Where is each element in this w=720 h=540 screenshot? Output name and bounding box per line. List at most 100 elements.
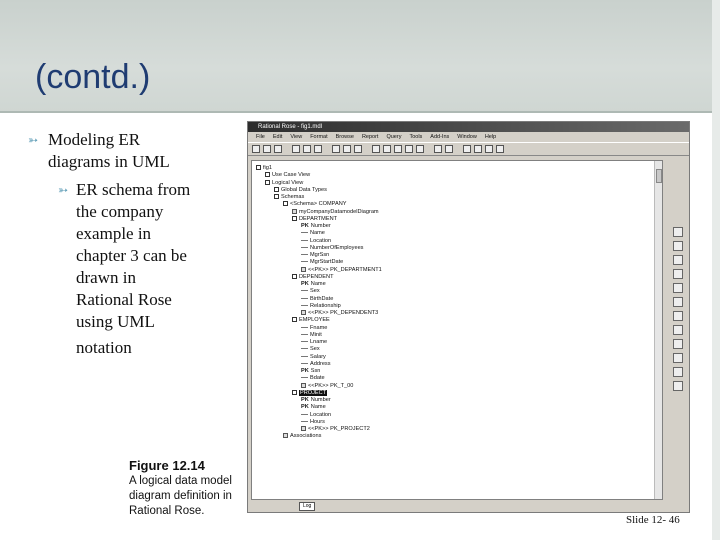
scroll-thumb[interactable] bbox=[656, 169, 662, 183]
new-icon[interactable] bbox=[252, 145, 260, 153]
tree-row[interactable]: <<PK>> PK_PROJECT2 bbox=[256, 426, 382, 433]
menu-query[interactable]: Query bbox=[386, 132, 401, 142]
open-icon[interactable] bbox=[263, 145, 271, 153]
tree-row[interactable]: EMPLOYEE bbox=[256, 317, 382, 324]
undo-fit-icon[interactable] bbox=[496, 145, 504, 153]
menu-browse[interactable]: Browse bbox=[336, 132, 354, 142]
tree-row[interactable]: Name bbox=[256, 230, 382, 237]
tree-item-label: Location bbox=[310, 237, 332, 244]
tree-row[interactable]: myCompanyDatamodelDiagram bbox=[256, 209, 382, 216]
tree-row[interactable]: MgrStartDate bbox=[256, 259, 382, 266]
diagram-icon[interactable] bbox=[405, 145, 413, 153]
tree-row[interactable]: BirthDate bbox=[256, 296, 382, 303]
browse-icon[interactable] bbox=[354, 145, 362, 153]
relation-tool-icon[interactable] bbox=[673, 353, 683, 363]
vertical-scrollbar[interactable] bbox=[654, 161, 662, 499]
fit-icon[interactable] bbox=[485, 145, 493, 153]
menu-tools[interactable]: Tools bbox=[409, 132, 422, 142]
tree-row[interactable]: Address bbox=[256, 361, 382, 368]
tree-row[interactable]: PROJECT bbox=[256, 389, 382, 397]
tree-item-label: Number bbox=[310, 223, 331, 229]
relation-tool-icon[interactable] bbox=[673, 325, 683, 335]
tree-row[interactable]: Lname bbox=[256, 339, 382, 346]
tree-row[interactable]: <<PK>> PK_DEPENDENT3 bbox=[256, 310, 382, 317]
diagram-icon[interactable] bbox=[416, 145, 424, 153]
copy-icon[interactable] bbox=[303, 145, 311, 153]
tree-row[interactable]: <<PK>> PK_T_00 bbox=[256, 383, 382, 390]
tree-row[interactable]: Sex bbox=[256, 288, 382, 295]
tree-row[interactable]: DEPENDENT bbox=[256, 274, 382, 281]
tree-row[interactable]: Logical View bbox=[256, 180, 382, 187]
text-tool-icon[interactable] bbox=[673, 241, 683, 251]
tree-row[interactable]: Bdate bbox=[256, 375, 382, 382]
back-icon[interactable] bbox=[434, 145, 442, 153]
relation-tool-icon[interactable] bbox=[673, 381, 683, 391]
anchor-tool-icon[interactable] bbox=[673, 269, 683, 279]
tree-item-label: Name bbox=[310, 281, 326, 287]
print-icon[interactable] bbox=[332, 145, 340, 153]
tree-row[interactable]: Hours bbox=[256, 419, 382, 426]
tree-row[interactable]: MgrSsn bbox=[256, 252, 382, 259]
help-icon[interactable] bbox=[343, 145, 351, 153]
bullet-sub-line: using UML bbox=[76, 312, 155, 331]
tree-item-label: Salary bbox=[310, 353, 326, 360]
tree-row[interactable]: Sex bbox=[256, 346, 382, 353]
tree-row[interactable]: <Schema> COMPANY bbox=[256, 201, 382, 208]
menu-help[interactable]: Help bbox=[485, 132, 496, 142]
tree-row[interactable]: Schemas bbox=[256, 194, 382, 201]
tree-row[interactable]: NumberOfEmployees bbox=[256, 245, 382, 252]
tree-row[interactable]: fig1 bbox=[256, 165, 382, 172]
expand-icon bbox=[265, 179, 270, 185]
menu-file[interactable]: File bbox=[256, 132, 265, 142]
menu-view[interactable]: View bbox=[290, 132, 302, 142]
bullet-sub-line: Rational Rose bbox=[76, 290, 172, 309]
tree-item-label: PROJECT bbox=[299, 389, 328, 396]
column-icon bbox=[301, 326, 308, 328]
toolbar bbox=[248, 142, 689, 156]
tree-row[interactable]: Fname bbox=[256, 325, 382, 332]
tree-item-label: Number bbox=[310, 397, 331, 403]
relation-tool-icon[interactable] bbox=[673, 367, 683, 377]
menu-window[interactable]: Window bbox=[457, 132, 477, 142]
forward-icon[interactable] bbox=[445, 145, 453, 153]
diagram-icon[interactable] bbox=[372, 145, 380, 153]
tree-row[interactable]: DEPARTMENT bbox=[256, 216, 382, 223]
tree-row[interactable]: Location bbox=[256, 412, 382, 419]
tree-row[interactable]: PK Name bbox=[256, 281, 382, 288]
diagram-icon[interactable] bbox=[394, 145, 402, 153]
tree-row[interactable]: Location bbox=[256, 238, 382, 245]
tree-row[interactable]: <<PK>> PK_DEPARTMENT1 bbox=[256, 267, 382, 274]
menu-add-ins[interactable]: Add-Ins bbox=[430, 132, 449, 142]
tree-row[interactable]: Relationship bbox=[256, 303, 382, 310]
select-tool-icon[interactable] bbox=[673, 227, 683, 237]
window-title: Rational Rose - fig1.mdl bbox=[248, 122, 689, 132]
tree-row[interactable]: Use Case View bbox=[256, 172, 382, 179]
paste-icon[interactable] bbox=[314, 145, 322, 153]
table-tool-icon[interactable] bbox=[673, 283, 683, 293]
tree-row[interactable]: PK Name bbox=[256, 404, 382, 411]
tree-row[interactable]: PK Ssn bbox=[256, 368, 382, 375]
zoom-in-icon[interactable] bbox=[463, 145, 471, 153]
tree-item-label: Location bbox=[310, 411, 332, 418]
note-tool-icon[interactable] bbox=[673, 255, 683, 265]
relation-tool-icon[interactable] bbox=[673, 311, 683, 321]
diagram-toolbox bbox=[667, 227, 689, 497]
relation-tool-icon[interactable] bbox=[673, 339, 683, 349]
tree-row[interactable]: Salary bbox=[256, 354, 382, 361]
diagram-icon[interactable] bbox=[383, 145, 391, 153]
tree-row[interactable]: Minit bbox=[256, 332, 382, 339]
menu-report[interactable]: Report bbox=[362, 132, 379, 142]
tree-row[interactable]: PK Number bbox=[256, 397, 382, 404]
relation-tool-icon[interactable] bbox=[673, 297, 683, 307]
zoom-out-icon[interactable] bbox=[474, 145, 482, 153]
element-icon bbox=[301, 310, 306, 316]
tree-row[interactable]: Associations bbox=[256, 433, 382, 440]
tree-row[interactable]: PK Number bbox=[256, 223, 382, 230]
tab-log[interactable]: Log bbox=[299, 502, 316, 511]
cut-icon[interactable] bbox=[292, 145, 300, 153]
column-icon bbox=[301, 297, 308, 299]
menu-edit[interactable]: Edit bbox=[273, 132, 282, 142]
tree-row[interactable]: Global Data Types bbox=[256, 187, 382, 194]
save-icon[interactable] bbox=[274, 145, 282, 153]
menu-format[interactable]: Format bbox=[310, 132, 327, 142]
